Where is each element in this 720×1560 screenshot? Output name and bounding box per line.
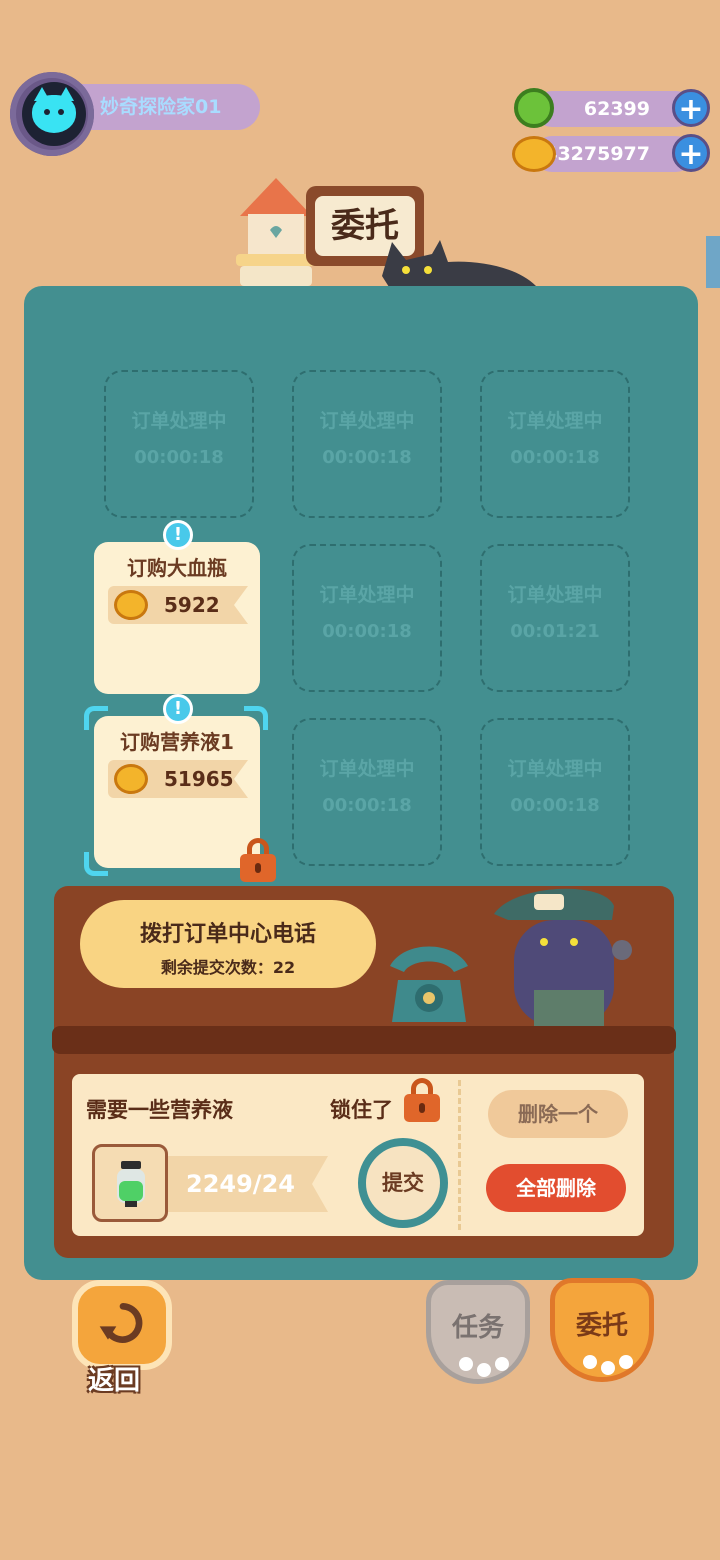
lock-icon[interactable] bbox=[404, 1078, 440, 1122]
coin-amount: 43275977 bbox=[544, 143, 650, 165]
delete-all-button[interactable]: 全部删除 bbox=[486, 1164, 626, 1212]
slot-status: 订单处理中 bbox=[319, 410, 415, 432]
tab-tasks-label: 任务 bbox=[451, 1313, 504, 1343]
item-slot[interactable] bbox=[92, 1144, 168, 1222]
slot-timer: 00:01:21 bbox=[510, 621, 600, 642]
selection-corner bbox=[84, 852, 108, 876]
hotline-title: 拨打订单中心电话 bbox=[139, 922, 316, 947]
hotline-bubble[interactable]: 拨打订单中心电话 剩余提交次数：22 bbox=[80, 900, 376, 988]
tab-commission[interactable]: 委托 bbox=[550, 1278, 654, 1382]
house-icon bbox=[236, 178, 316, 286]
green-gem-icon bbox=[514, 88, 554, 128]
lock-icon[interactable] bbox=[240, 838, 276, 882]
remaining-submissions: 剩余提交次数：22 bbox=[160, 958, 296, 977]
slot-timer: 00:00:18 bbox=[510, 795, 600, 816]
locked-label: 锁住了 bbox=[330, 1098, 393, 1122]
coin-balance-bar: 43275977 bbox=[534, 136, 694, 172]
delete-one-button[interactable]: 删除一个 bbox=[488, 1090, 628, 1138]
order-slot[interactable]: 订单处理中 00:01:21 bbox=[480, 544, 630, 692]
slot-timer: 00:00:18 bbox=[134, 447, 224, 468]
order-card-selected[interactable]: 订购营养液1 51965 bbox=[94, 716, 260, 868]
cat-avatar-icon bbox=[32, 87, 76, 133]
police-cat-icon bbox=[494, 888, 632, 1026]
side-tab[interactable] bbox=[706, 236, 720, 288]
gold-coin-icon bbox=[114, 590, 148, 620]
order-slot[interactable]: 订单处理中 00:00:18 bbox=[292, 544, 442, 692]
item-quantity: 2249/24 bbox=[168, 1156, 328, 1212]
price-tag: 51965 bbox=[108, 760, 248, 798]
request-description: 需要一些营养液 bbox=[86, 1098, 233, 1122]
exclamation-icon: ! bbox=[163, 694, 193, 724]
order-price: 5922 bbox=[164, 593, 220, 617]
add-coins-button[interactable]: + bbox=[672, 134, 710, 172]
order-slot[interactable]: 订单处理中 00:00:18 bbox=[104, 370, 254, 518]
order-slot[interactable]: 订单处理中 00:00:18 bbox=[480, 718, 630, 866]
slot-status: 订单处理中 bbox=[319, 758, 415, 780]
exclamation-icon: ! bbox=[163, 520, 193, 550]
order-title: 订购大血瓶 bbox=[127, 556, 227, 580]
slot-status: 订单处理中 bbox=[507, 410, 603, 432]
return-arrow-icon bbox=[99, 1303, 143, 1343]
tab-commission-label: 委托 bbox=[575, 1311, 628, 1341]
back-label[interactable]: 返回 bbox=[88, 1360, 140, 1397]
slot-timer: 00:00:18 bbox=[322, 795, 412, 816]
order-slot[interactable]: 订单处理中 00:00:18 bbox=[292, 718, 442, 866]
gold-coin-icon bbox=[114, 764, 148, 794]
gold-coin-icon bbox=[512, 136, 556, 172]
selection-corner bbox=[244, 706, 268, 730]
tab-tasks[interactable]: 任务 bbox=[426, 1280, 530, 1384]
avatar[interactable] bbox=[22, 82, 86, 146]
desk-rail bbox=[52, 1026, 676, 1054]
player-name: 妙奇探险家01 bbox=[100, 96, 222, 118]
price-tag: 5922 bbox=[108, 586, 248, 624]
order-price: 51965 bbox=[164, 767, 234, 791]
slot-status: 订单处理中 bbox=[319, 584, 415, 606]
slot-timer: 00:00:18 bbox=[510, 447, 600, 468]
slot-status: 订单处理中 bbox=[507, 584, 603, 606]
add-gems-button[interactable]: + bbox=[672, 89, 710, 127]
selection-corner bbox=[84, 706, 108, 730]
slot-timer: 00:00:18 bbox=[322, 621, 412, 642]
order-slot[interactable]: 订单处理中 00:00:18 bbox=[480, 370, 630, 518]
slot-timer: 00:00:18 bbox=[322, 447, 412, 468]
submit-button[interactable]: 提交 bbox=[358, 1138, 448, 1228]
ticket-divider bbox=[458, 1080, 461, 1230]
gem-balance-bar: 62399 bbox=[534, 91, 694, 127]
telephone-icon[interactable] bbox=[384, 936, 474, 1026]
order-slot[interactable]: 订单处理中 00:00:18 bbox=[292, 370, 442, 518]
order-title: 订购营养液1 bbox=[120, 730, 234, 754]
back-button[interactable] bbox=[72, 1280, 172, 1370]
order-card[interactable]: 订购大血瓶 5922 bbox=[94, 542, 260, 694]
potion-icon bbox=[117, 1161, 145, 1207]
gem-amount: 62399 bbox=[583, 98, 650, 120]
slot-status: 订单处理中 bbox=[507, 758, 603, 780]
slot-status: 订单处理中 bbox=[131, 410, 227, 432]
